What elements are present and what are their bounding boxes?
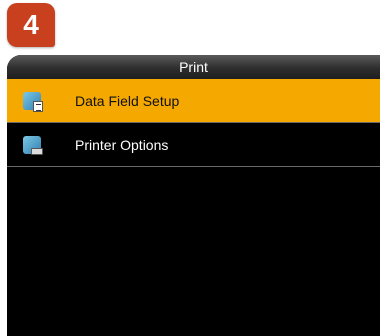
printer-icon (23, 135, 43, 155)
menu-item-label: Printer Options (75, 136, 169, 153)
step-number-badge: 4 (7, 3, 55, 47)
data-field-icon (23, 91, 43, 112)
menu-item-printer-options[interactable]: Printer Options (7, 123, 380, 167)
page-title: Print (179, 59, 208, 75)
menu-item-label: Data Field Setup (75, 92, 180, 109)
print-menu: Data Field Setup Printer Options (7, 79, 380, 167)
menu-item-data-field-setup[interactable]: Data Field Setup (7, 79, 380, 123)
title-bar: Print (7, 55, 380, 79)
device-screen: Print Data Field Setup Printer Options (7, 55, 380, 336)
